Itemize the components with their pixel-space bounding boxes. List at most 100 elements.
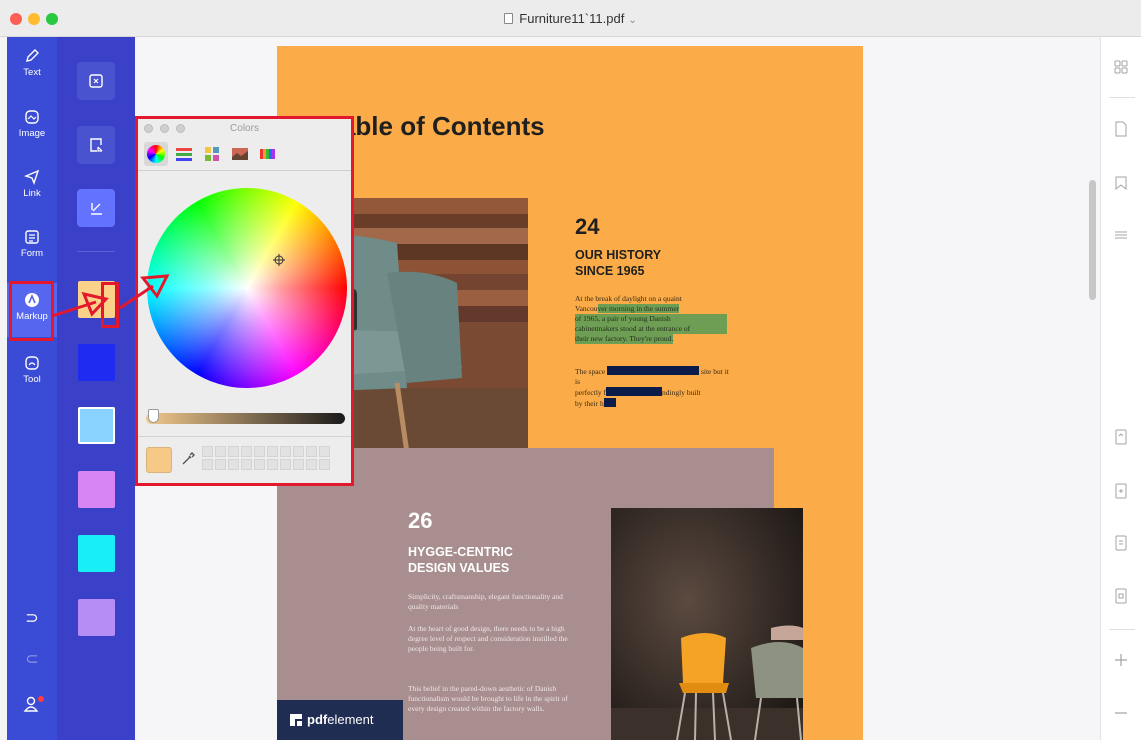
brightness-slider-knob[interactable] [148,409,159,423]
saved-color-slot[interactable] [228,459,239,470]
saved-color-slot[interactable] [319,459,330,470]
saved-color-slot[interactable] [267,446,278,457]
saved-color-slot[interactable] [306,459,317,470]
green-highlight[interactable]: cabinetmakers stood at the entrance of [575,324,727,334]
color-swatch[interactable] [78,599,115,636]
textbox-tool-icon [89,74,103,88]
saved-color-slot[interactable] [319,446,330,457]
nav-item-label: Link [23,188,41,199]
color-swatch[interactable] [78,344,115,381]
color-swatch[interactable] [78,471,115,508]
nav-item-label: Text [23,67,41,78]
nav-item-form[interactable]: Form [7,223,57,271]
undo-button[interactable]: ⊃ [7,608,57,628]
color-palettes-tab[interactable] [200,142,224,166]
callout-tool-icon [90,138,103,152]
saved-color-slot[interactable] [293,459,304,470]
right-sidebar [1100,37,1141,740]
section-paragraph: At the break of daylight on a quaint Van… [575,294,727,344]
tool-icon [25,356,39,370]
saved-color-slot[interactable] [215,459,226,470]
color-swatch[interactable] [78,535,115,572]
pdf-page[interactable]: Table of Contents 24 OUR HISTORY SINCE 1… [277,46,863,740]
redo-button[interactable]: ⊂ [7,649,57,669]
colors-picker-titlebar[interactable]: Colors [138,119,351,137]
nav-item-label: Tool [23,374,41,385]
bookmark-icon[interactable] [1113,175,1129,191]
green-highlight[interactable]: ver morning in the summer [597,304,680,313]
brightness-slider[interactable] [146,413,345,424]
outline-icon[interactable] [1113,227,1129,243]
color-wheel[interactable] [147,188,347,388]
chairs-photo [611,508,803,740]
pencil-draw-tool-button[interactable] [77,189,115,227]
section-number: 24 [575,214,600,239]
hue-saturation-wheel[interactable] [147,188,347,388]
pdfelement-logo-icon [290,714,302,726]
saved-color-slot[interactable] [306,446,317,457]
section-title: OUR HISTORY SINCE 1965 [575,248,662,278]
image-palettes-icon [232,148,248,160]
saved-color-slot[interactable] [280,459,291,470]
color-sliders-tab[interactable] [172,142,196,166]
saved-color-slot[interactable] [202,459,213,470]
callout-tool-button[interactable] [77,126,115,164]
notification-badge [38,696,44,702]
saved-color-slot[interactable] [254,459,265,470]
current-color-swatch[interactable] [146,447,172,473]
page-properties-icon[interactable] [1113,429,1129,445]
green-highlight[interactable]: of 1965, a pair of young Danish [575,314,727,324]
brand-footer: pdfelement [277,700,403,740]
color-swatch[interactable] [78,407,115,444]
annotation-highlight-box [9,281,54,341]
saved-color-slot[interactable] [293,446,304,457]
green-highlight[interactable]: their new factory. They're proud. [575,334,674,344]
extract-page-icon[interactable] [1113,483,1129,499]
chevron-down-icon: ⌄ [628,15,637,26]
document-title-menu[interactable]: Furniture11`11.pdf ⌄ [0,11,1141,26]
image-palettes-tab[interactable] [228,142,252,166]
saved-color-slot[interactable] [215,446,226,457]
saved-color-slot[interactable] [228,446,239,457]
saved-colors-bar [138,436,351,483]
colors-picker-title: Colors [230,123,259,134]
navy-redaction-mark[interactable] [606,387,663,396]
form-icon [25,230,39,244]
nav-item-image[interactable]: Image [7,103,57,151]
nav-item-link[interactable]: Link [7,163,57,211]
vertical-scrollbar[interactable] [1089,180,1096,300]
color-palettes-icon [205,147,219,161]
pencil-draw-tool-icon [91,203,102,215]
annotation-highlight-box [101,282,119,328]
crayons-tab[interactable] [256,142,280,166]
navy-redaction-mark[interactable] [603,398,616,407]
colors-picker-window[interactable]: Colors [135,116,354,486]
section-paragraph: The space site but it is perfectly f ndin… [575,366,729,408]
eyedropper-icon[interactable] [180,451,196,467]
nav-item-tool[interactable]: Tool [7,349,57,397]
navy-redaction-mark[interactable] [607,366,700,375]
thumbnails-icon[interactable] [1113,59,1129,75]
saved-color-slot[interactable] [241,446,252,457]
rail-divider [1109,97,1135,98]
textbox-tool-button[interactable] [77,62,115,100]
saved-color-slot[interactable] [241,459,252,470]
page-icon[interactable] [1113,121,1129,137]
rail-divider [1109,629,1135,630]
link-icon [24,169,40,185]
replace-page-icon[interactable] [1113,588,1129,604]
zoom-out-icon[interactable] [1113,705,1129,721]
insert-page-icon[interactable] [1113,535,1129,551]
brand-name: pdfelement [307,712,374,727]
section-paragraph: This belief in the pared-down aesthetic … [408,684,568,713]
zoom-in-icon[interactable] [1113,652,1129,668]
account-button[interactable] [7,695,57,718]
crosshair-icon[interactable] [273,254,285,266]
nav-item-text[interactable]: Text [7,42,57,90]
saved-color-slot[interactable] [280,446,291,457]
saved-color-slot[interactable] [202,446,213,457]
saved-color-slot[interactable] [254,446,265,457]
saved-color-slot[interactable] [267,459,278,470]
color-wheel-tab[interactable] [144,142,168,166]
pen-icon [26,49,39,62]
